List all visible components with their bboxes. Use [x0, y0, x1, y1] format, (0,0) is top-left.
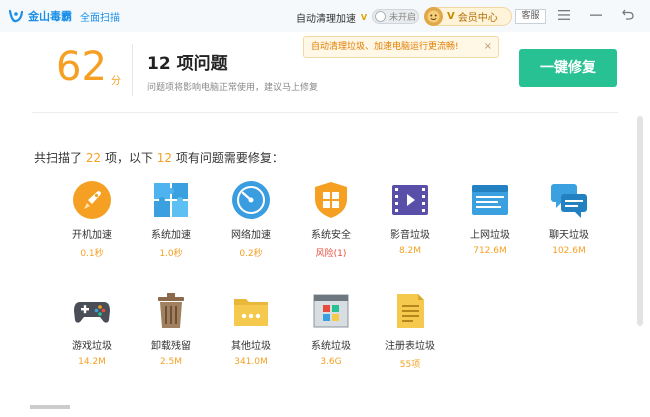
- vip-label: 会员中心: [457, 13, 498, 24]
- health-score: 62: [56, 44, 107, 90]
- scan-item-network-speed[interactable]: 网络加速 0.2秒: [219, 180, 283, 259]
- summary-middle: 项，以下: [104, 151, 153, 165]
- avatar: [424, 7, 443, 26]
- face-icon: [427, 10, 440, 23]
- tooltip-close-icon[interactable]: ×: [484, 37, 492, 57]
- scanned-count: 22: [85, 151, 102, 165]
- puzzle-icon: [154, 183, 188, 217]
- gamepad-icon: [74, 302, 110, 323]
- item-label: 其他垃圾: [231, 341, 271, 352]
- title-bar: 金山毒霸 全面扫描 自动清理加速 V 未开启 V 会员中心 客服: [0, 0, 650, 32]
- scan-item-chat-junk[interactable]: 聊天垃圾 102.6M: [537, 180, 601, 256]
- scan-item-system-security[interactable]: 系统安全 风险(1): [299, 180, 363, 259]
- issue-description: 问题项将影响电脑正常使用，建议马上修复: [147, 83, 319, 93]
- issue-count: 12: [156, 151, 173, 165]
- item-label: 卸载残留: [151, 341, 191, 352]
- issue-count-title: 12 项问题: [147, 54, 228, 74]
- item-value: 3.6G: [320, 357, 342, 367]
- divider: [30, 405, 70, 409]
- vip-v-icon: V: [360, 12, 368, 22]
- item-value: 0.1秒: [80, 249, 104, 259]
- folder-dots-icon: [234, 299, 268, 326]
- item-label: 影音垃圾: [390, 230, 430, 241]
- scan-item-uninstall-residue[interactable]: 卸载残留 2.5M: [139, 291, 203, 367]
- scan-item-media-junk[interactable]: 影音垃圾 8.2M: [378, 180, 442, 256]
- item-value: 风险(1): [315, 249, 347, 259]
- trash-can-icon: [158, 293, 184, 328]
- toggle-state: 未开启: [389, 13, 417, 23]
- divider: [132, 44, 133, 96]
- section-name: 全面扫描: [80, 12, 120, 24]
- auto-clean-tooltip: 自动清理垃圾、加速电脑运行更流畅! ×: [303, 36, 499, 58]
- app-logo-icon: [8, 9, 24, 23]
- item-value: 102.6M: [552, 246, 586, 256]
- item-label: 上网垃圾: [470, 230, 510, 241]
- item-label: 游戏垃圾: [72, 341, 112, 352]
- vip-badge: V: [447, 11, 455, 22]
- menu-icon[interactable]: [556, 8, 572, 24]
- scan-item-game-junk[interactable]: 游戏垃圾 14.2M: [60, 291, 124, 367]
- summary-suffix: 项有问题需要修复：: [175, 151, 284, 165]
- item-label: 系统加速: [151, 230, 191, 241]
- scan-item-other-junk[interactable]: 其他垃圾 341.0M: [219, 291, 283, 367]
- minimize-icon[interactable]: [588, 8, 604, 24]
- app-name: 金山毒霸: [28, 10, 72, 23]
- item-value: 55项: [399, 360, 421, 370]
- fix-all-button[interactable]: 一键修复: [519, 49, 617, 87]
- item-label: 系统垃圾: [311, 341, 351, 352]
- scrollbar[interactable]: [637, 116, 643, 326]
- auto-clean-toggle[interactable]: 未开启: [372, 9, 419, 24]
- rocket-icon: [73, 181, 111, 219]
- item-value: 341.0M: [234, 357, 268, 367]
- item-label: 聊天垃圾: [549, 230, 589, 241]
- scan-item-system-junk[interactable]: 系统垃圾 3.6G: [299, 291, 363, 367]
- chat-bubbles-icon: [551, 184, 587, 218]
- item-value: 0.2秒: [239, 249, 263, 259]
- registry-doc-icon: [397, 294, 424, 328]
- scan-summary: 共扫描了 22 项，以下 12 项有问题需要修复：: [34, 149, 284, 166]
- speedometer-icon: [232, 181, 270, 219]
- item-value: 1.0秒: [159, 249, 183, 259]
- divider: [32, 112, 618, 113]
- scan-item-registry-junk[interactable]: 注册表垃圾 55项: [378, 291, 442, 370]
- customer-service-button[interactable]: 客服: [515, 9, 546, 24]
- scan-item-boot-speed[interactable]: 开机加速 0.1秒: [60, 180, 124, 259]
- scan-item-system-speed[interactable]: 系统加速 1.0秒: [139, 180, 203, 259]
- windows-window-icon: [313, 294, 349, 328]
- film-icon: [392, 185, 428, 215]
- scan-item-web-junk[interactable]: 上网垃圾 712.6M: [458, 180, 522, 256]
- item-label: 网络加速: [231, 230, 271, 241]
- score-unit: 分: [111, 76, 121, 87]
- browser-window-icon: [472, 185, 508, 215]
- item-value: 8.2M: [398, 246, 422, 256]
- tooltip-text: 自动清理垃圾、加速电脑运行更流畅!: [311, 42, 459, 52]
- item-value: 712.6M: [473, 246, 507, 256]
- auto-clean-text: 自动清理加速: [296, 14, 356, 25]
- auto-clean-label: 自动清理加速 V: [296, 10, 369, 26]
- summary-prefix: 共扫描了: [34, 151, 83, 165]
- item-value: 2.5M: [159, 357, 183, 367]
- windows-shield-icon: [315, 182, 347, 218]
- item-value: 14.2M: [78, 357, 106, 367]
- brand: 金山毒霸 全面扫描: [8, 8, 120, 24]
- back-icon[interactable]: [620, 8, 636, 24]
- item-label: 开机加速: [72, 230, 112, 241]
- vip-center-button[interactable]: V 会员中心: [424, 7, 512, 26]
- item-label: 注册表垃圾: [385, 341, 435, 352]
- item-label: 系统安全: [311, 230, 351, 241]
- toggle-knob: [375, 11, 386, 22]
